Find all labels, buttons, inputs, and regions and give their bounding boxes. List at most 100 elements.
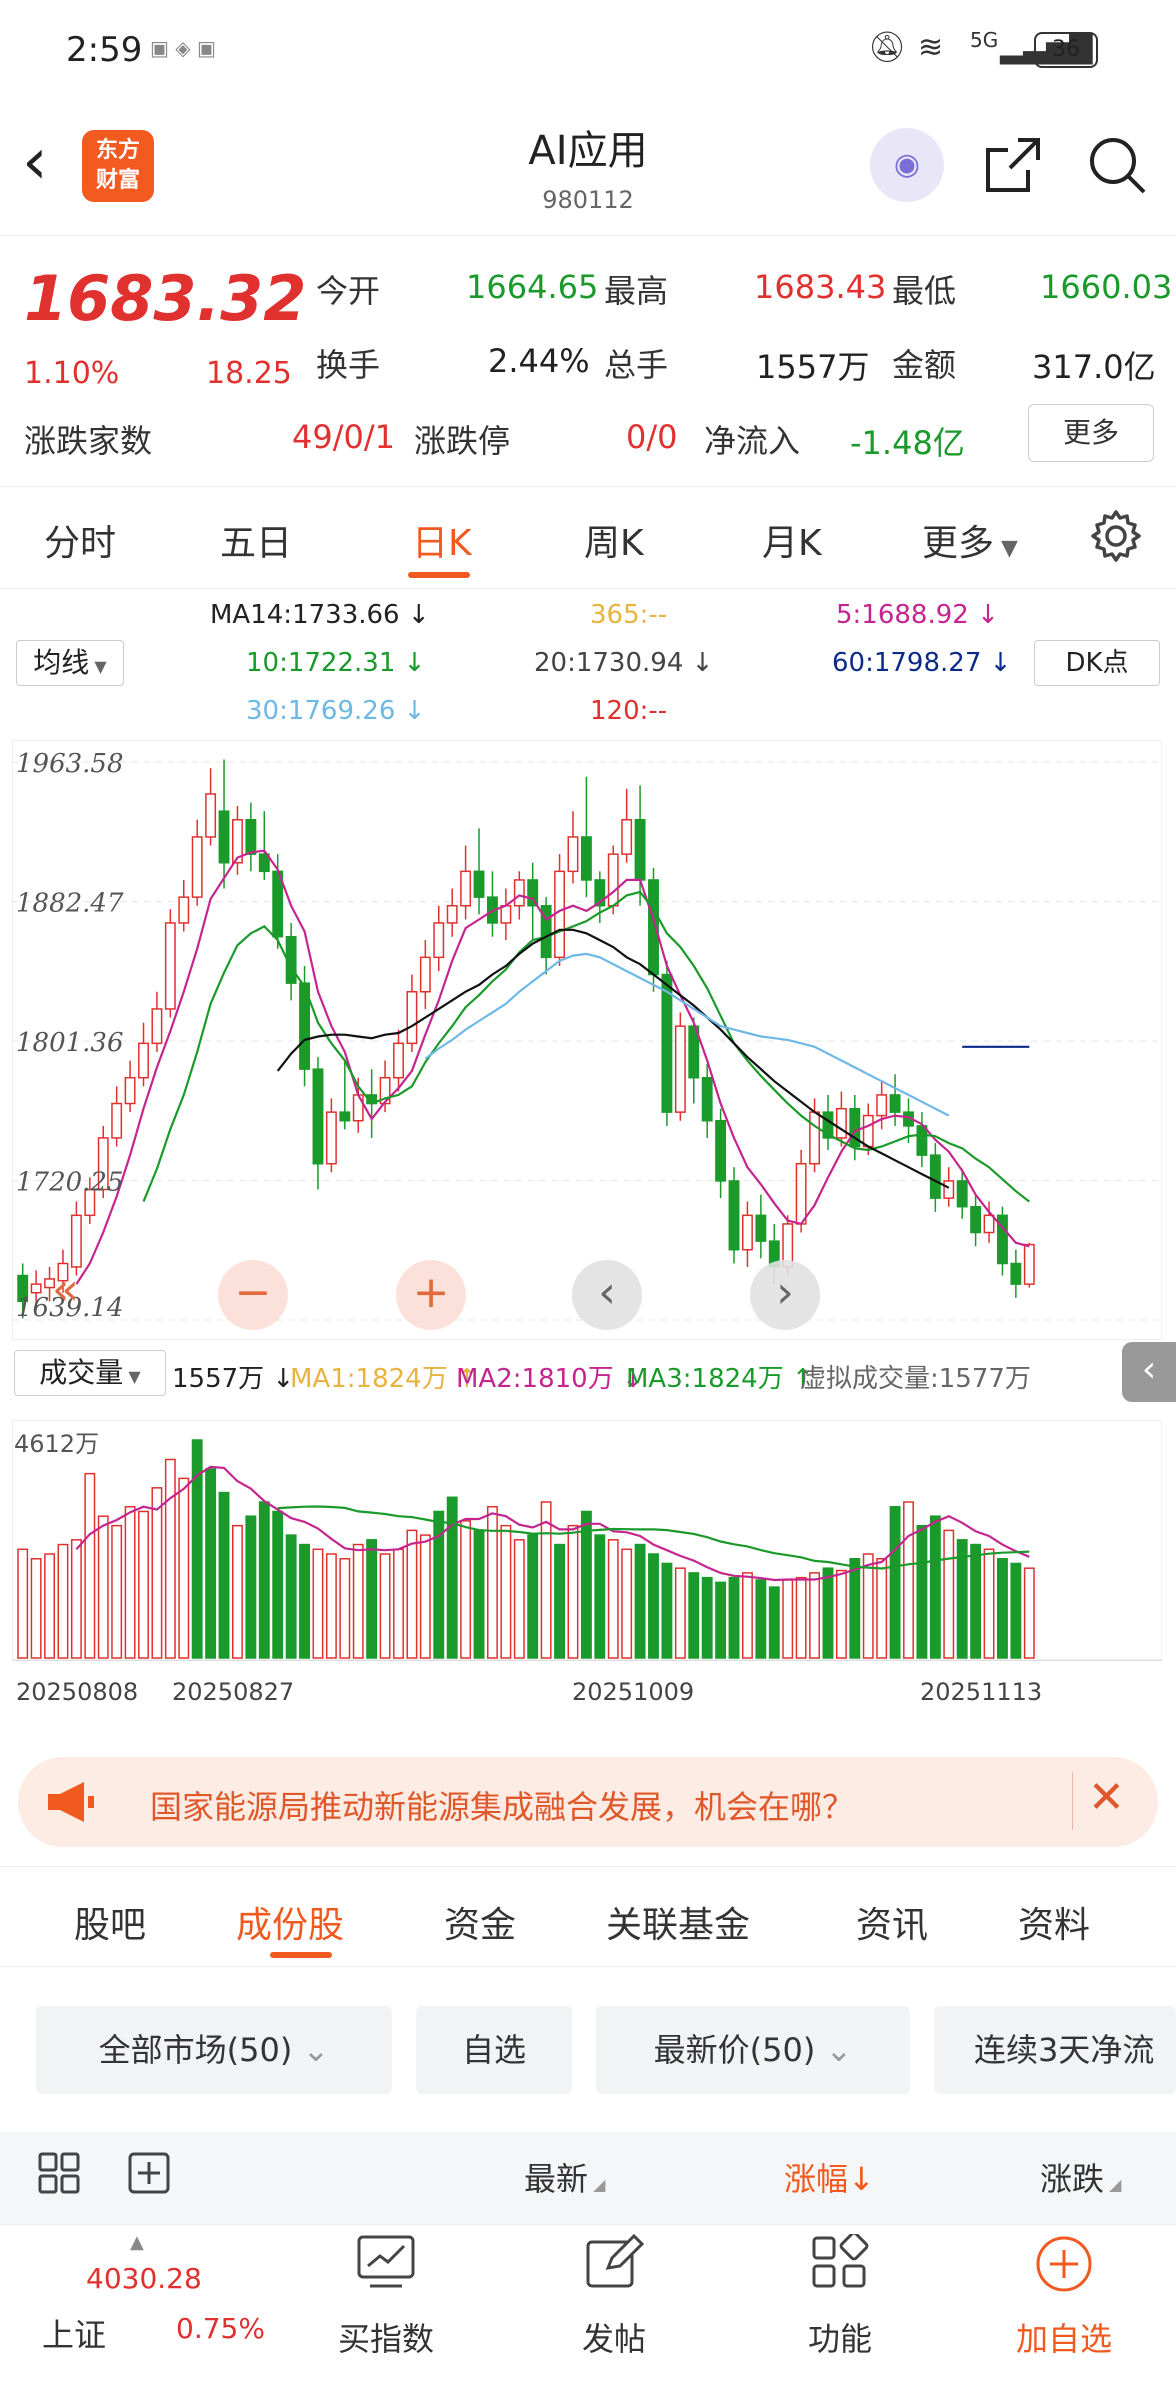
- candle-body: [312, 1068, 324, 1165]
- volume-bar: [567, 1524, 579, 1659]
- candle-body: [245, 819, 257, 855]
- index-percent: 0.75%: [176, 2312, 265, 2345]
- tab-related-funds[interactable]: 关联基金: [606, 1896, 750, 1948]
- candlestick-chart[interactable]: 1963.581882.471801.361720.251639.14: [12, 740, 1162, 1340]
- chevron-down-icon: ⌄: [815, 2031, 853, 2069]
- candle-body: [124, 1076, 136, 1105]
- volume-bar: [205, 1468, 217, 1659]
- close-icon[interactable]: ✕: [1088, 1772, 1125, 1823]
- tab-five-day[interactable]: 五日: [220, 514, 292, 566]
- sort-change-pct[interactable]: 涨幅↓: [784, 2154, 875, 2200]
- add-watchlist-label[interactable]: 加自选: [984, 2314, 1144, 2360]
- k-y-tick: 1882.47: [16, 889, 124, 919]
- filter-latest-price[interactable]: 最新价(50) ⌄: [596, 2006, 910, 2094]
- volume-bar: [312, 1548, 324, 1659]
- open-label: 今开: [316, 272, 381, 310]
- candle-body: [205, 793, 217, 838]
- volume-bar: [782, 1579, 794, 1659]
- filter-all-markets[interactable]: 全部市场(50) ⌄: [36, 2006, 392, 2094]
- candle-body: [433, 922, 445, 959]
- netflow-value: -1.48亿: [850, 424, 965, 462]
- settings-gear-icon[interactable]: [1088, 508, 1144, 564]
- candle-body: [460, 870, 472, 907]
- prev-button[interactable]: ‹: [572, 1260, 642, 1330]
- grid-view-icon[interactable]: [38, 2152, 80, 2194]
- candle-body: [554, 870, 566, 959]
- functions-label[interactable]: 功能: [760, 2314, 920, 2360]
- x-tick-1: 20250808: [16, 1678, 139, 1706]
- post-icon[interactable]: [584, 2234, 644, 2290]
- next-button[interactable]: ›: [750, 1260, 820, 1330]
- volume-bar: [379, 1553, 391, 1659]
- add-watchlist-icon[interactable]: [1034, 2234, 1094, 2294]
- ma5-legend: 5:1688.92 ↓: [836, 600, 999, 630]
- buy-index-label[interactable]: 买指数: [306, 2314, 466, 2360]
- rewind-button[interactable]: «: [52, 1264, 79, 1315]
- volume-value: 1557万: [756, 348, 870, 386]
- zoom-out-button[interactable]: −: [218, 1260, 288, 1330]
- volume-bar: [527, 1534, 539, 1659]
- volume-bar: [768, 1586, 780, 1659]
- volume-bar: [178, 1477, 190, 1659]
- volume-bar: [916, 1524, 928, 1659]
- tab-components[interactable]: 成份股: [236, 1896, 344, 1948]
- post-label[interactable]: 发帖: [534, 2314, 694, 2360]
- app-notification-icon: ▣ ◈ ▣: [150, 36, 216, 60]
- add-icon[interactable]: [128, 2152, 170, 2194]
- filter-watchlist[interactable]: 自选: [416, 2006, 572, 2094]
- k-ma-lines: [75, 849, 1030, 1285]
- ai-assistant-avatar[interactable]: ◉: [870, 128, 944, 202]
- volume-bar: [607, 1539, 619, 1659]
- megaphone-icon: [48, 1782, 94, 1822]
- k-y-tick: 1963.58: [16, 749, 124, 779]
- zoom-in-button[interactable]: +: [396, 1260, 466, 1330]
- candle-body: [755, 1214, 767, 1242]
- tab-guba[interactable]: 股吧: [74, 1896, 146, 1948]
- volume-ma2: MA2:1810万 ↓: [456, 1364, 644, 1394]
- tab-profile[interactable]: 资料: [1018, 1896, 1090, 1948]
- share-icon[interactable]: [982, 134, 1044, 196]
- tab-news[interactable]: 资讯: [856, 1896, 928, 1948]
- index-name[interactable]: 上证: [42, 2310, 106, 2356]
- index-value[interactable]: 4030.28: [86, 2262, 202, 2295]
- candle-body: [621, 819, 633, 855]
- tab-intraday[interactable]: 分时: [44, 514, 116, 566]
- volume-bar: [661, 1562, 673, 1659]
- ma-selector[interactable]: 均线 ▼: [16, 640, 124, 686]
- tab-funds[interactable]: 资金: [444, 1896, 516, 1948]
- page-title: AI应用: [528, 128, 648, 174]
- more-button[interactable]: 更多: [1028, 404, 1154, 462]
- volume-bar: [245, 1515, 257, 1659]
- candle-body: [701, 1076, 713, 1122]
- search-icon[interactable]: [1086, 134, 1148, 196]
- sort-latest-label: 最新: [524, 2160, 589, 2198]
- sort-change[interactable]: 涨跌 ◢: [1040, 2154, 1121, 2200]
- volume-bar: [554, 1543, 566, 1659]
- functions-icon[interactable]: [810, 2234, 870, 2290]
- change-amount: 18.25: [206, 356, 292, 391]
- volume-chart[interactable]: [12, 1420, 1162, 1660]
- candle-body: [406, 990, 418, 1045]
- high-label: 最高: [604, 272, 669, 310]
- back-arrow-icon[interactable]: ‹: [22, 126, 48, 198]
- filter-net-inflow[interactable]: 连续3天净流: [934, 2006, 1176, 2094]
- dk-point-button[interactable]: DK点: [1034, 640, 1160, 686]
- tab-monthly-k[interactable]: 月K: [762, 514, 822, 566]
- buy-index-icon[interactable]: [356, 2234, 416, 2290]
- candle-body: [674, 1025, 686, 1113]
- caret-down-icon: ▼: [89, 657, 107, 676]
- candle-body: [970, 1205, 982, 1234]
- tab-daily-k[interactable]: 日K: [412, 514, 472, 566]
- volume-selector[interactable]: 成交量 ▼: [14, 1350, 166, 1396]
- banner-text[interactable]: 国家能源局推动新能源集成融合发展，机会在哪？: [150, 1782, 854, 1828]
- volume-bar: [500, 1524, 512, 1659]
- volume-bar: [473, 1529, 485, 1659]
- tab-more[interactable]: 更多 ▼: [922, 514, 1018, 566]
- tab-weekly-k[interactable]: 周K: [584, 514, 644, 566]
- collapse-panel-button[interactable]: ‹: [1122, 1342, 1176, 1402]
- sort-latest[interactable]: 最新 ◢: [524, 2154, 605, 2200]
- volume-bar: [540, 1501, 552, 1659]
- volume-bar: [339, 1557, 351, 1659]
- high-value: 1683.43: [754, 268, 887, 306]
- breadth-label: 涨跌家数: [24, 422, 153, 460]
